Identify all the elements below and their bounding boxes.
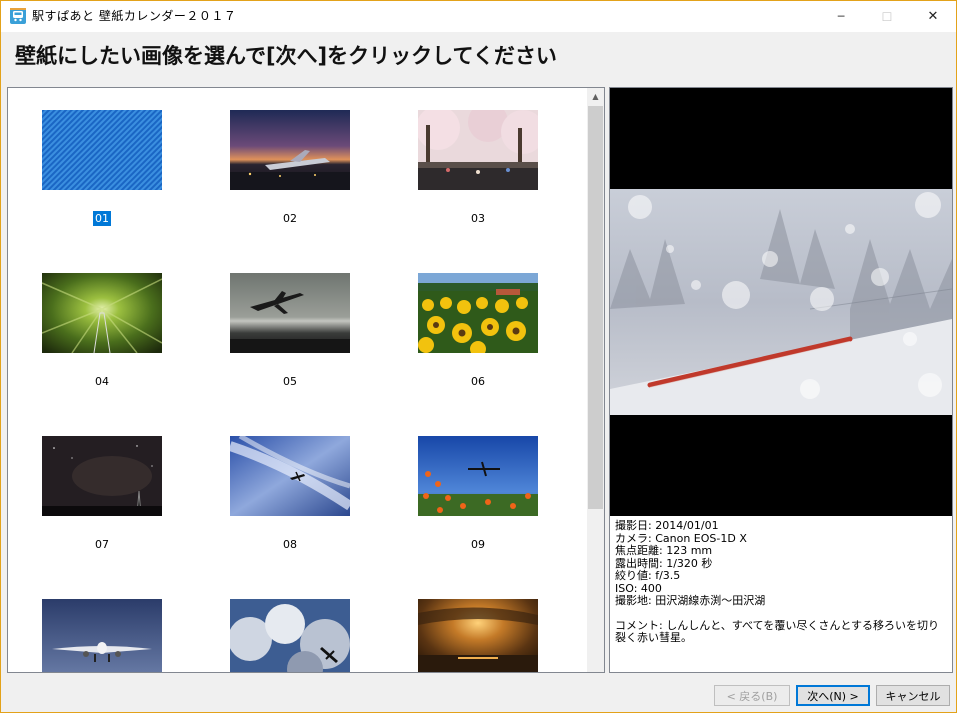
thumbnail-scrollbar[interactable]: ▲ (587, 88, 604, 672)
thumbnail-image (418, 110, 538, 190)
thumbnail-item[interactable]: 12 (418, 599, 538, 672)
thumbnail-item[interactable]: 11 (230, 599, 350, 672)
thumbnail-list[interactable]: 01 02 03 04 05 06 07 08 09 ▲ (7, 87, 605, 673)
maximize-icon: ☐ (881, 9, 893, 24)
thumbnail-item[interactable]: 06 (418, 273, 538, 388)
thumbnail-image (230, 436, 350, 516)
info-comment: コメント: しんしんと、すべてを覆い尽くさんとする移ろいを切り裂く赤い彗星。 (615, 618, 940, 644)
thumbnail-item[interactable]: 08 (230, 436, 350, 551)
info-aperture: 絞り値: f/3.5 (615, 569, 681, 582)
page-heading: 壁紙にしたい画像を選んで[次へ]をクリックしてください (15, 44, 557, 68)
window-title: 駅すぱあと 壁紙カレンダー２０１７ (32, 9, 237, 23)
thumbnail-image (42, 110, 162, 190)
thumbnail-label: 09 (471, 538, 485, 551)
thumbnail-image (418, 436, 538, 516)
cancel-button[interactable]: キャンセル (876, 685, 950, 706)
info-focal-length: 焦点距離: 123 mm (615, 544, 713, 557)
thumbnail-item[interactable]: 07 (42, 436, 162, 551)
thumbnail-item[interactable]: 04 (42, 273, 162, 388)
thumbnail-label: 08 (283, 538, 297, 551)
minimize-icon: ─ (837, 10, 845, 23)
thumbnail-image (230, 110, 350, 190)
photo-info: 撮影日: 2014/01/01 カメラ: Canon EOS-1D X 焦点距離… (615, 519, 945, 645)
app-window: 駅すぱあと 壁紙カレンダー２０１７ ─ ☐ ✕ 壁紙にしたい画像を選んで[次へ]… (0, 0, 957, 713)
thumbnail-item[interactable]: 03 (418, 110, 538, 225)
thumbnail-item[interactable]: 05 (230, 273, 350, 388)
preview-image (610, 189, 952, 415)
thumbnail-image (418, 273, 538, 353)
maximize-button[interactable]: ☐ (864, 1, 910, 32)
thumbnail-image (230, 599, 350, 672)
title-bar[interactable]: 駅すぱあと 壁紙カレンダー２０１７ ─ ☐ ✕ (1, 1, 956, 32)
thumbnail-label: 01 (93, 211, 111, 226)
thumbnail-grid: 01 02 03 04 05 06 07 08 09 (8, 88, 586, 672)
thumbnail-image (418, 599, 538, 672)
thumbnail-image (42, 273, 162, 353)
thumbnail-image (230, 273, 350, 353)
info-location: 撮影地: 田沢湖線赤渕〜田沢湖 (615, 594, 766, 607)
thumbnail-item[interactable]: 10 (42, 599, 162, 672)
thumbnail-label: 05 (283, 375, 297, 388)
info-date: 撮影日: 2014/01/01 (615, 519, 719, 532)
next-button[interactable]: 次へ(N) > (796, 685, 870, 706)
thumbnail-image (42, 599, 162, 672)
close-icon: ✕ (927, 9, 939, 24)
preview-panel: 撮影日: 2014/01/01 カメラ: Canon EOS-1D X 焦点距離… (609, 87, 953, 673)
thumbnail-label: 06 (471, 375, 485, 388)
thumbnail-label: 02 (283, 212, 297, 225)
back-button[interactable]: < 戻る(B) (714, 685, 790, 706)
close-button[interactable]: ✕ (910, 1, 956, 32)
thumbnail-item[interactable]: 01 (42, 110, 162, 226)
thumbnail-label: 03 (471, 212, 485, 225)
thumbnail-label: 07 (95, 538, 109, 551)
minimize-button[interactable]: ─ (818, 1, 864, 32)
thumbnail-label: 04 (95, 375, 109, 388)
thumbnail-item[interactable]: 02 (230, 110, 350, 225)
thumbnail-image (42, 436, 162, 516)
scrollbar-thumb[interactable] (588, 106, 603, 509)
app-train-icon (10, 8, 26, 24)
thumbnail-item[interactable]: 09 (418, 436, 538, 551)
scroll-up-arrow-icon[interactable]: ▲ (587, 88, 604, 105)
